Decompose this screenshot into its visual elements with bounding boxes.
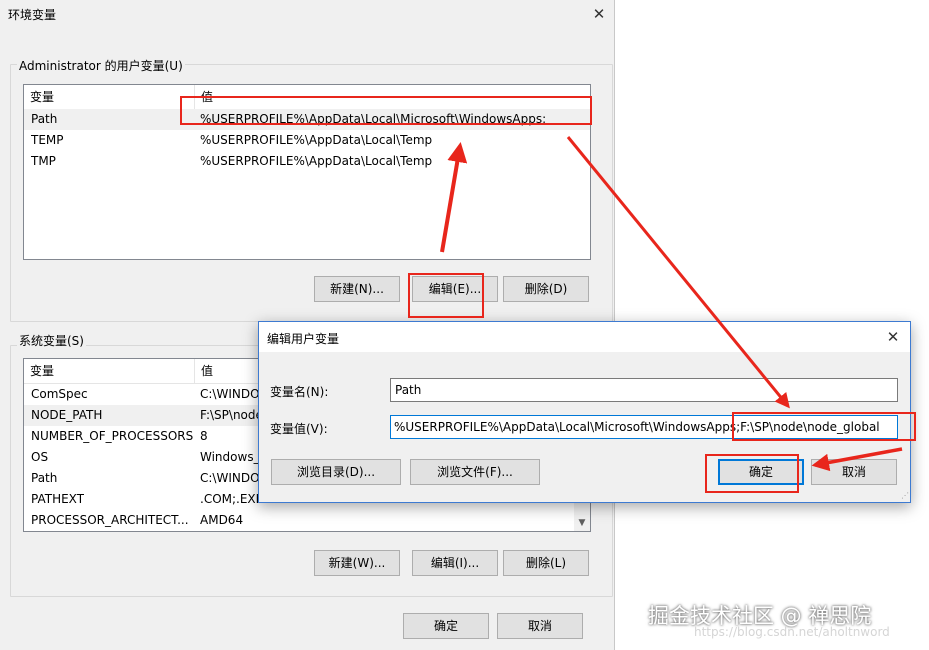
env-cancel-button[interactable]: 取消 (497, 613, 583, 639)
annotation-box-edit-button (408, 273, 484, 318)
variable-name-field[interactable]: Path (390, 378, 898, 402)
variable-value-label: 变量值(V): (270, 422, 328, 436)
system-variables-label: 系统变量(S) (17, 332, 86, 349)
browse-file-button[interactable]: 浏览文件(F)... (410, 459, 540, 485)
variable-name: ComSpec (31, 387, 88, 401)
dialog-titlebar[interactable]: 编辑用户变量 ✕ (259, 322, 910, 352)
variable-value: F:\SP\node (200, 408, 263, 422)
env-ok-button[interactable]: 确定 (403, 613, 489, 639)
variable-name: Path (31, 471, 58, 485)
resize-grip-icon[interactable]: ⋰ (901, 491, 909, 500)
variable-value: %USERPROFILE%\AppData\Local\Temp (200, 133, 433, 147)
variable-name: Path (31, 112, 58, 126)
watermark-url: https://blog.csdn.net/aholtnword (694, 625, 890, 639)
variable-name: TMP (31, 154, 56, 168)
annotation-box-ok-button (705, 454, 799, 493)
scroll-down-icon[interactable]: ▼ (574, 515, 590, 531)
close-icon[interactable]: ✕ (882, 326, 904, 348)
variable-value: C:\WINDO (200, 387, 260, 401)
variable-name: PROCESSOR_ARCHITECT... (31, 513, 189, 527)
system-delete-button[interactable]: 删除(L) (503, 550, 589, 576)
user-new-button[interactable]: 新建(N)... (314, 276, 400, 302)
variable-name-label: 变量名(N): (270, 385, 329, 399)
variable-name: OS (31, 450, 49, 464)
close-icon[interactable]: ✕ (588, 3, 610, 25)
edit-cancel-button[interactable]: 取消 (811, 459, 897, 485)
user-variables-label: Administrator 的用户变量(U) (17, 57, 185, 74)
variable-value: Windows_ (200, 450, 260, 464)
list-item[interactable]: TEMP %USERPROFILE%\AppData\Local\Temp (24, 130, 590, 151)
annotation-box-path-row (180, 96, 592, 125)
column-header-variable[interactable]: 变量 (24, 359, 194, 383)
variable-name: PATHEXT (31, 492, 85, 506)
column-header-variable[interactable]: 变量 (24, 85, 194, 109)
variable-name: TEMP (31, 133, 64, 147)
variable-value: AMD64 (200, 513, 244, 527)
list-item[interactable]: PROCESSOR_ARCHITECT... AMD64 (24, 510, 590, 531)
variable-value: .COM;.EXE (200, 492, 264, 506)
variable-name: NUMBER_OF_PROCESSORS (31, 429, 194, 443)
list-item[interactable]: TMP %USERPROFILE%\AppData\Local\Temp (24, 151, 590, 172)
system-new-button[interactable]: 新建(W)... (314, 550, 400, 576)
annotation-box-new-path (732, 412, 916, 441)
user-delete-button[interactable]: 删除(D) (503, 276, 589, 302)
variable-value: %USERPROFILE%\AppData\Local\Temp (200, 154, 433, 168)
variable-value: C:\WINDO (200, 471, 260, 485)
system-edit-button[interactable]: 编辑(I)... (412, 550, 498, 576)
dialog-title: 环境变量 (8, 8, 57, 22)
browse-directory-button[interactable]: 浏览目录(D)... (271, 459, 401, 485)
dialog-title: 编辑用户变量 (267, 332, 340, 346)
variable-value: 8 (200, 429, 208, 443)
variable-name: NODE_PATH (31, 408, 103, 422)
